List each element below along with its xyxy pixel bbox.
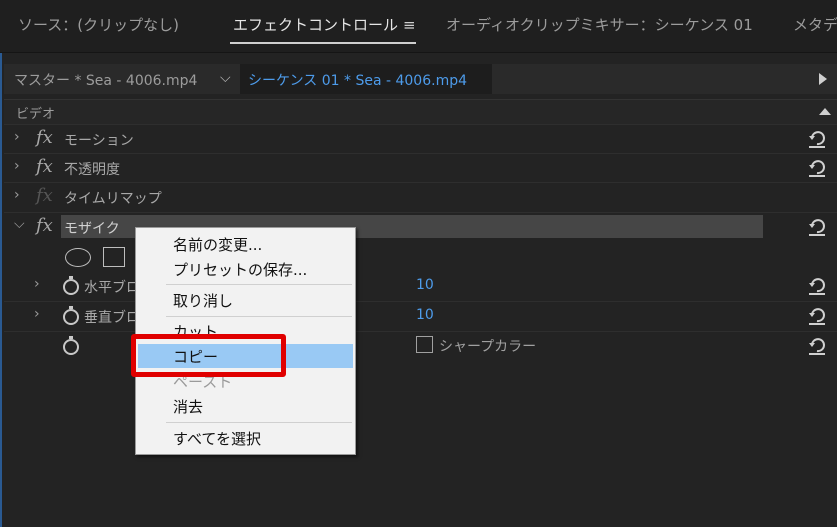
sequence-clip-label: シーケンス 01 * Sea - 4006.mp4 [248,73,468,89]
video-section-header: ビデオ [4,99,837,124]
menu-separator [166,284,352,285]
stopwatch-icon[interactable] [62,306,80,326]
collapse-up-icon[interactable] [819,108,831,115]
param-name: 垂直ブロ [84,310,140,326]
menu-item-save-preset[interactable]: プリセットの保存... [173,259,307,280]
param-name: 水平ブロ [84,280,140,296]
panel-left-edge [0,0,2,527]
reset-icon[interactable] [807,129,827,149]
effect-name: モーション [64,133,134,149]
chevron-right-icon[interactable]: › [14,158,20,174]
fx-icon: fx [36,185,53,206]
clip-selector-bar: マスター * Sea - 4006.mp4 ⌵ シーケンス 01 * Sea -… [4,64,837,94]
ellipse-mask-icon[interactable] [65,248,91,267]
menu-item-select-all[interactable]: すべてを選択 [173,428,261,449]
param-value[interactable]: 10 [416,277,434,293]
section-title: ビデオ [16,107,56,122]
sharp-color-label: シャープカラー [439,339,537,355]
chevron-down-icon[interactable]: ⌵ [220,70,231,86]
reset-icon[interactable] [807,306,827,326]
menu-separator [166,316,352,317]
tab-source[interactable]: ソース：(クリップなし) [18,14,179,35]
stopwatch-icon[interactable] [62,336,80,356]
callout-highlight-box [131,334,286,377]
menu-item-undo[interactable]: 取り消し [173,290,233,311]
panel-tab-bar: ソース：(クリップなし) エフェクトコントロール ≡ オーディオクリップミキサー… [0,0,837,53]
effect-name: 不透明度 [64,162,120,178]
tab-effect-controls[interactable]: エフェクトコントロール [233,14,398,35]
param-row-vertical-blocks: › 垂直ブロ 10 [4,301,837,330]
chevron-right-icon[interactable]: › [34,276,40,292]
effect-row-time-remap[interactable]: › fx タイムリマップ [4,182,837,211]
reset-icon[interactable] [807,158,827,178]
tab-audio-clip-mixer[interactable]: オーディオクリップミキサー：シーケンス 01 [446,14,753,35]
effect-row-opacity[interactable]: › fx 不透明度 [4,153,837,182]
chevron-right-icon[interactable]: › [34,306,40,322]
effect-name: モザイク [64,221,120,237]
sharp-color-checkbox[interactable] [416,336,433,353]
effect-row-mosaic[interactable]: ⌵ fx モザイク [4,212,837,241]
chevron-down-icon[interactable]: ⌵ [14,216,25,232]
reset-icon[interactable] [807,336,827,356]
fx-icon[interactable]: fx [36,215,53,236]
chevron-right-icon[interactable]: › [14,187,20,203]
tab-metadata[interactable]: メタデ [793,14,837,35]
play-triangle-icon[interactable] [819,73,827,85]
param-row-sharp-color: シャープカラー [4,331,837,360]
menu-item-clear[interactable]: 消去 [173,396,203,417]
menu-separator [166,422,352,423]
reset-icon[interactable] [807,217,827,237]
effect-name: タイムリマップ [64,191,162,207]
reset-icon[interactable] [807,276,827,296]
master-clip-label[interactable]: マスター * Sea - 4006.mp4 [14,70,197,90]
sequence-clip-tab[interactable]: シーケンス 01 * Sea - 4006.mp4 [240,64,492,94]
fx-icon[interactable]: fx [36,156,53,177]
fx-icon[interactable]: fx [36,127,53,148]
menu-item-rename[interactable]: 名前の変更... [173,234,262,255]
param-value[interactable]: 10 [416,307,434,323]
rectangle-mask-icon[interactable] [103,247,125,267]
effect-row-motion[interactable]: › fx モーション [4,124,837,153]
chevron-right-icon[interactable]: › [14,129,20,145]
param-row-horizontal-blocks: › 水平ブロ 10 [4,272,837,300]
stopwatch-icon[interactable] [62,276,80,296]
hamburger-icon[interactable]: ≡ [403,16,416,34]
active-tab-underline [230,42,416,44]
